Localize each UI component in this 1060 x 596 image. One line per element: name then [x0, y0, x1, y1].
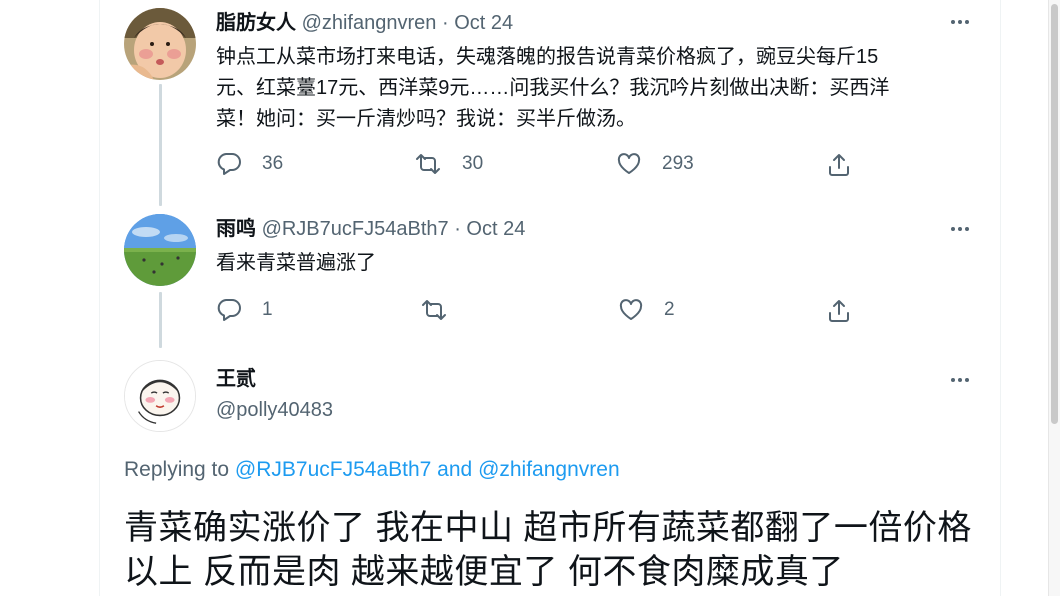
tweet-date[interactable]: Oct 24 — [454, 12, 513, 34]
timeline-left-border — [99, 0, 100, 596]
thread-connector-line — [159, 84, 162, 206]
reply-count: 1 — [262, 299, 273, 320]
replying-handle-link[interactable]: @zhifangnvren — [478, 458, 620, 481]
scrollbar-thumb[interactable] — [1051, 4, 1058, 424]
retweet-count: 30 — [462, 153, 484, 174]
replying-to: Replying to @RJB7ucFJ54aBth7 and @zhifan… — [124, 458, 620, 482]
author-handle[interactable]: @zhifangnvren — [302, 12, 437, 34]
like-icon — [617, 153, 641, 174]
tweet-text-line: 看来青菜普遍涨了 — [216, 252, 376, 274]
tweet-text-line: 钟点工从菜市场打来电话，失魂落魄的报告说青菜价格疯了，豌豆尖每斤15 — [216, 46, 879, 68]
replying-and: and — [437, 458, 473, 481]
retweet-button[interactable]: 30 — [414, 152, 483, 176]
tweet-text-line: 菜！她问：买一斤清炒吗？我说：买半斤做汤。 — [216, 108, 636, 130]
reply-button[interactable]: 1 — [216, 298, 273, 322]
replying-handle-link[interactable]: @RJB7ucFJ54aBth7 — [235, 458, 431, 481]
tweet-header: 脂肪女人 @zhifangnvren · Oct 24 — [216, 10, 513, 36]
avatar[interactable] — [124, 360, 196, 432]
share-button[interactable] — [826, 298, 852, 324]
more-icon[interactable] — [942, 219, 978, 239]
tweet-date[interactable]: Oct 24 — [466, 218, 525, 240]
more-icon[interactable] — [942, 370, 978, 390]
share-icon — [829, 300, 849, 322]
avatar-painting-icon — [124, 8, 196, 80]
retweet-icon — [416, 154, 440, 174]
tweet-text-line: 以上 反而是肉 越来越便宜了 何不食肉糜成真了 — [124, 553, 844, 591]
header-separator: · — [441, 12, 449, 34]
like-count: 2 — [664, 299, 675, 320]
author-handle[interactable]: @RJB7ucFJ54aBth7 — [262, 218, 449, 240]
reply-icon — [217, 299, 241, 321]
replying-prefix: Replying to — [124, 458, 230, 481]
like-button[interactable]: 293 — [616, 152, 694, 176]
author-name[interactable]: 王贰 — [216, 368, 256, 390]
like-button[interactable]: 2 — [618, 298, 675, 322]
focused-tweet-author: 王贰 — [216, 366, 256, 392]
author-name[interactable]: 脂肪女人 — [216, 12, 296, 34]
reply-button[interactable]: 36 — [216, 152, 283, 176]
tweet-header: 雨鸣 @RJB7ucFJ54aBth7 · Oct 24 — [216, 216, 525, 242]
retweet-button[interactable] — [420, 298, 468, 322]
avatar[interactable] — [124, 8, 196, 80]
tweet-text-line: 青菜确实涨价了 我在中山 超市所有蔬菜都翻了一倍价格 — [124, 509, 972, 547]
share-button[interactable] — [826, 152, 852, 178]
reply-count: 36 — [262, 153, 284, 174]
avatar-landscape-icon — [124, 214, 196, 286]
header-separator: · — [454, 218, 461, 240]
author-handle[interactable]: @polly40483 — [216, 399, 333, 421]
retweet-icon — [422, 300, 446, 320]
thread-connector-line — [159, 292, 162, 348]
reply-icon — [217, 153, 241, 175]
timeline-right-border — [1000, 0, 1001, 596]
share-icon — [829, 154, 849, 176]
focused-tweet-text: 青菜确实涨价了 我在中山 超市所有蔬菜都翻了一倍价格 以上 反而是肉 越来越便宜… — [124, 506, 994, 594]
author-name[interactable]: 雨鸣 — [216, 218, 256, 240]
like-icon — [619, 299, 643, 320]
tweet-text: 钟点工从菜市场打来电话，失魂落魄的报告说青菜价格疯了，豌豆尖每斤15 元、红菜薹… — [216, 42, 889, 135]
tweet-text-line: 元、红菜薹17元、西洋菜9元……问我买什么？我沉吟片刻做出决断：买西洋 — [216, 77, 890, 99]
avatar[interactable] — [124, 214, 196, 286]
tweet-thread-page: 脂肪女人 @zhifangnvren · Oct 24 钟点工从菜市场打来电话，… — [0, 0, 1060, 596]
avatar-cartoon-face-icon — [125, 361, 195, 431]
tweet-text: 看来青菜普遍涨了 — [216, 248, 376, 279]
like-count: 293 — [662, 153, 694, 174]
more-icon[interactable] — [942, 12, 978, 32]
focused-tweet-handle-row: @polly40483 — [216, 397, 333, 423]
